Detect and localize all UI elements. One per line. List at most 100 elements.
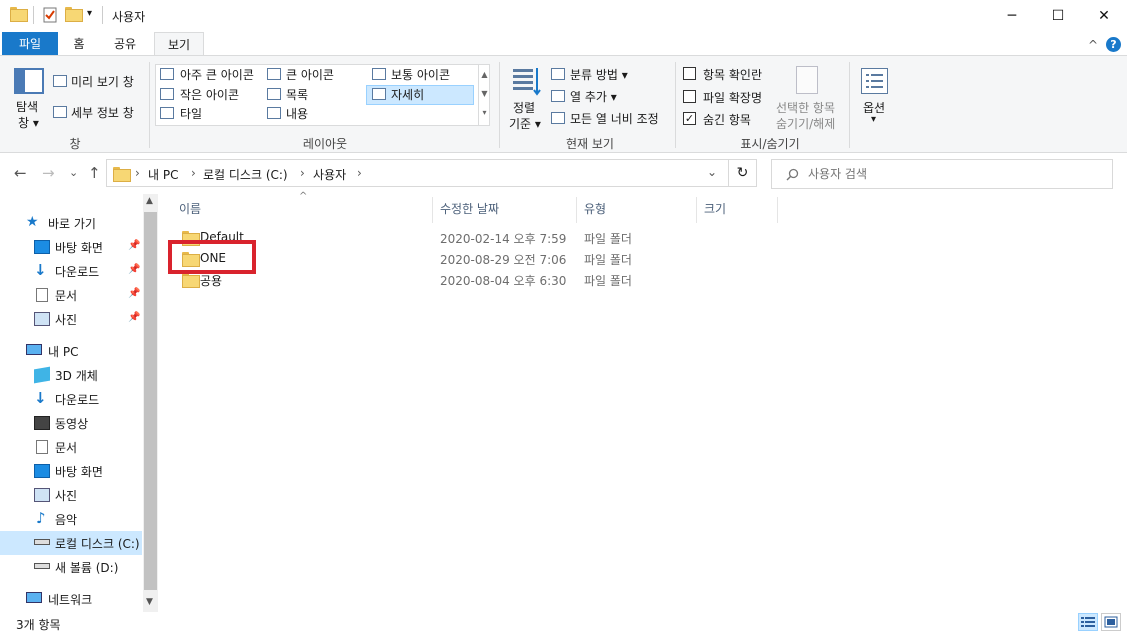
navigation-pane-label-2[interactable]: 창 ▾ <box>18 114 39 131</box>
preview-pane-button[interactable]: 미리 보기 창 <box>71 73 134 90</box>
scroll-up-icon[interactable]: ▲ <box>146 196 153 206</box>
layout-tiles[interactable]: 타일 <box>180 105 202 122</box>
pin-icon[interactable]: 📌 <box>128 288 140 299</box>
maximize-button[interactable]: ☐ <box>1035 0 1081 32</box>
file-extensions-label[interactable]: 파일 확장명 <box>703 89 762 106</box>
nav-downloads[interactable]: ↓ 다운로드 <box>0 387 142 411</box>
nav-documents-pinned[interactable]: 문서 📌 <box>0 283 142 307</box>
nav-3d-objects[interactable]: 3D 개체 <box>0 363 142 387</box>
breadcrumb-local-disk[interactable]: 로컬 디스크 (C:) <box>203 166 288 183</box>
item-checkboxes-label[interactable]: 항목 확인란 <box>703 66 762 83</box>
close-button[interactable]: ✕ <box>1081 0 1127 32</box>
column-separator[interactable] <box>777 197 778 223</box>
hide-selected-label[interactable]: 선택한 항목 <box>776 99 835 116</box>
column-header-modified[interactable]: 수정한 날짜 <box>440 200 499 217</box>
new-folder-icon[interactable] <box>65 7 83 23</box>
layout-extra-large-icons[interactable]: 아주 큰 아이콘 <box>180 66 254 83</box>
details-view-button[interactable] <box>1078 613 1098 631</box>
nav-videos[interactable]: 동영상 <box>0 411 142 435</box>
tab-share[interactable]: 공유 <box>106 32 144 56</box>
sort-by-label[interactable]: 정렬 <box>513 99 535 116</box>
nav-downloads-pinned[interactable]: ↓ 다운로드 📌 <box>0 259 142 283</box>
column-separator[interactable] <box>696 197 697 223</box>
navigation-pane-label[interactable]: 탐색 <box>16 98 38 115</box>
address-bar[interactable]: › 내 PC › 로컬 디스크 (C:) › 사용자 › ⌄ <box>106 159 729 187</box>
layout-list[interactable]: 목록 <box>286 86 308 103</box>
options-dropdown-icon[interactable]: ▾ <box>871 114 876 125</box>
nav-label: 문서 <box>55 289 78 303</box>
details-pane-button[interactable]: 세부 정보 창 <box>71 104 134 121</box>
breadcrumb-this-pc[interactable]: 내 PC <box>148 166 178 183</box>
highlight-annotation-box <box>168 240 256 274</box>
sort-by-label-2[interactable]: 기준 ▾ <box>509 115 541 132</box>
properties-icon[interactable] <box>43 7 59 23</box>
layout-content[interactable]: 내용 <box>286 105 308 122</box>
layout-medium-icons[interactable]: 보통 아이콘 <box>391 66 450 83</box>
column-separator[interactable] <box>576 197 577 223</box>
breadcrumb-separator: › <box>357 166 362 180</box>
file-type: 파일 폴더 <box>584 253 632 267</box>
nav-this-pc[interactable]: 내 PC <box>0 339 142 363</box>
back-button[interactable]: ← <box>14 164 27 182</box>
nav-label: 바로 가기 <box>48 217 96 231</box>
nav-network[interactable]: 네트워크 <box>0 587 142 611</box>
column-separator[interactable] <box>432 197 433 223</box>
column-header-size[interactable]: 크기 <box>704 200 726 217</box>
search-input[interactable] <box>808 165 1098 183</box>
address-dropdown-icon[interactable]: ⌄ <box>707 165 717 179</box>
pin-icon[interactable]: 📌 <box>128 312 140 323</box>
layout-small-icons[interactable]: 작은 아이콘 <box>180 86 239 103</box>
item-checkboxes-checkbox[interactable] <box>683 67 696 80</box>
collapse-ribbon-icon[interactable]: ^ <box>1088 38 1098 52</box>
gallery-scroll[interactable]: ▲ ▼ ▾ <box>478 65 490 125</box>
nav-desktop[interactable]: 바탕 화면 <box>0 459 142 483</box>
pin-icon[interactable]: 📌 <box>128 264 140 275</box>
scroll-thumb[interactable] <box>144 212 157 590</box>
options-icon[interactable] <box>861 68 888 94</box>
nav-local-disk-c[interactable]: 로컬 디스크 (C:) <box>0 531 142 555</box>
nav-label: 사진 <box>55 489 78 503</box>
tab-home[interactable]: 홈 <box>64 32 94 56</box>
nav-label: 동영상 <box>55 417 89 431</box>
layout-large-icons[interactable]: 큰 아이콘 <box>286 66 334 83</box>
window-title: 사용자 <box>112 10 146 24</box>
tab-view[interactable]: 보기 <box>154 32 204 56</box>
nav-music[interactable]: ♪ 음악 <box>0 507 142 531</box>
column-header-type[interactable]: 유형 <box>584 200 606 217</box>
file-extensions-checkbox[interactable] <box>683 90 696 103</box>
layout-details[interactable]: 자세히 <box>391 86 424 103</box>
up-button[interactable]: ↑ <box>88 164 101 182</box>
hide-selected-label-2[interactable]: 숨기기/해제 <box>776 115 835 132</box>
help-icon[interactable]: ? <box>1106 37 1121 52</box>
nav-documents[interactable]: 문서 <box>0 435 142 459</box>
minimize-button[interactable]: ─ <box>989 0 1035 32</box>
nav-label: 다운로드 <box>55 265 100 279</box>
refresh-button[interactable]: ↻ <box>729 159 757 187</box>
nav-volume-d[interactable]: 새 볼륨 (D:) <box>0 555 142 579</box>
nav-quick-access[interactable]: ★ 바로 가기 <box>0 211 142 235</box>
large-icons-view-button[interactable] <box>1101 613 1121 631</box>
size-all-columns-button[interactable]: 모든 열 너비 조정 <box>570 110 659 127</box>
breadcrumb-users[interactable]: 사용자 <box>313 166 346 183</box>
hidden-items-label[interactable]: 숨긴 항목 <box>703 111 751 128</box>
size-columns-icon <box>551 112 565 124</box>
tab-file[interactable]: 파일 <box>2 32 58 56</box>
pin-icon[interactable]: 📌 <box>128 240 140 251</box>
forward-button[interactable]: → <box>42 164 55 182</box>
nav-pictures[interactable]: 사진 <box>0 483 142 507</box>
nav-pictures-pinned[interactable]: 사진 📌 <box>0 307 142 331</box>
add-columns-button[interactable]: 열 추가 ▾ <box>570 88 617 105</box>
group-by-button[interactable]: 분류 방법 ▾ <box>570 66 628 83</box>
scroll-down-icon[interactable]: ▼ <box>146 597 153 607</box>
column-header-name[interactable]: 이름 <box>179 200 201 217</box>
search-box[interactable] <box>771 159 1113 189</box>
ribbon-tab-bar: 파일 홈 공유 보기 <box>0 32 1127 56</box>
recent-locations-button[interactable]: ⌄ <box>69 166 78 179</box>
file-name[interactable]: 공용 <box>200 272 222 289</box>
nav-label: 바탕 화면 <box>55 241 103 255</box>
customize-qat-icon[interactable]: ▾ <box>87 8 92 19</box>
hidden-items-checkbox[interactable]: ✓ <box>683 112 696 125</box>
file-modified: 2020-08-29 오전 7:06 <box>440 253 567 267</box>
nav-desktop-pinned[interactable]: 바탕 화면 📌 <box>0 235 142 259</box>
navigation-pane-icon[interactable] <box>14 68 44 94</box>
